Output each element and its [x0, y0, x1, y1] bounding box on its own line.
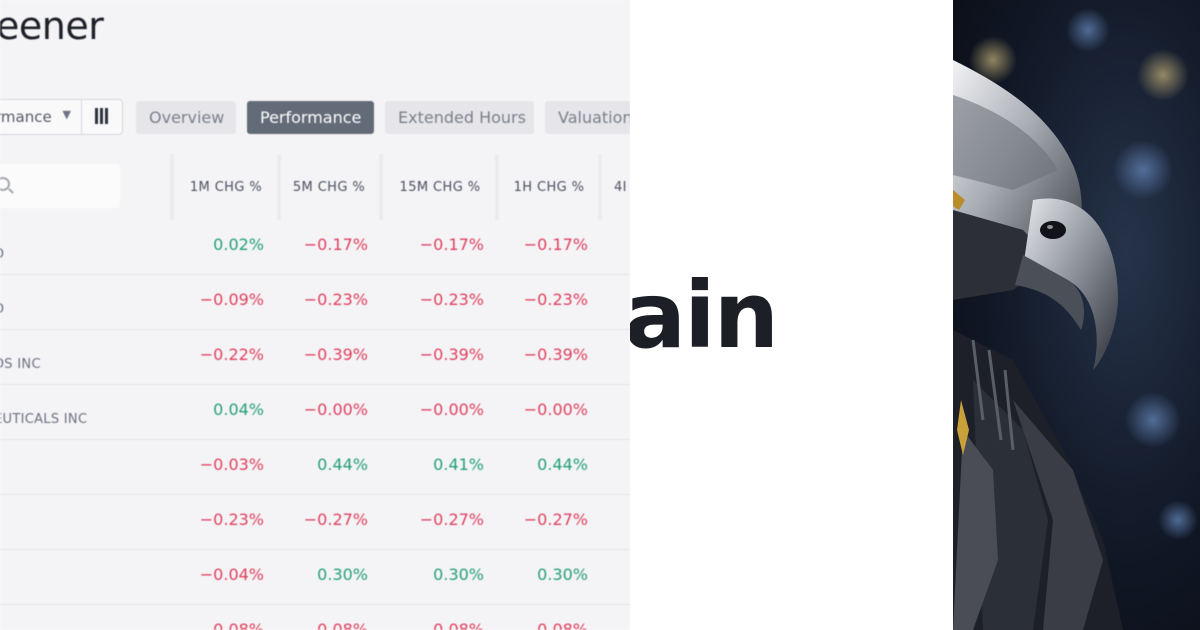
- table-cell: 0.44%: [537, 455, 588, 474]
- screener-toolbar: rmance ▼ Overview Performance Extended H…: [0, 99, 630, 135]
- table-cell: 0.08%: [537, 620, 588, 630]
- page-title: eener: [0, 4, 104, 48]
- table-cell: −0.00%: [419, 400, 484, 419]
- table-cell: 0.44%: [317, 455, 368, 474]
- table-cell: −0.09%: [199, 290, 264, 309]
- table-cell: 0.30%: [537, 565, 588, 584]
- table-cell: −0.17%: [303, 235, 368, 254]
- table-cell: −0.23%: [523, 290, 588, 309]
- layout-select-label: rmance: [0, 108, 52, 126]
- eagle-illustration: [953, 8, 1198, 630]
- table-cell: −0.23%: [199, 510, 264, 529]
- column-divider: [379, 154, 383, 220]
- table-cell: −0.00%: [523, 400, 588, 419]
- row-symbol-name: DS INC: [0, 357, 41, 372]
- column-divider: [598, 154, 602, 220]
- tab-performance[interactable]: Performance: [247, 101, 374, 134]
- middle-panel: ain: [630, 0, 953, 630]
- column-divider: [170, 154, 174, 220]
- column-divider: [495, 154, 499, 220]
- row-divider: [0, 384, 630, 385]
- columns-icon: [94, 106, 110, 126]
- row-divider: [0, 274, 630, 275]
- column-header-4h[interactable]: 4I: [614, 180, 630, 195]
- tab-label: Overview: [149, 108, 225, 127]
- row-divider: [0, 329, 630, 330]
- column-divider: [277, 154, 281, 220]
- table-cell: −0.04%: [199, 565, 264, 584]
- table-cell: −0.17%: [419, 235, 484, 254]
- table-cell: −0.17%: [523, 235, 588, 254]
- table-cell: −0.23%: [419, 290, 484, 309]
- table-cell: 0.30%: [433, 565, 484, 584]
- table-cell: 0.08%: [317, 620, 368, 630]
- table-cell: −0.00%: [303, 400, 368, 419]
- table-cell: −0.03%: [199, 455, 264, 474]
- table-cell: −0.27%: [523, 510, 588, 529]
- row-symbol-name: D: [0, 302, 4, 317]
- tab-label: Performance: [260, 108, 362, 127]
- table-cell: −0.39%: [303, 345, 368, 364]
- row-divider: [0, 604, 630, 605]
- column-header-1h[interactable]: 1H CHG %: [506, 180, 592, 195]
- table-cell: −0.27%: [303, 510, 368, 529]
- tab-label: Extended Hours: [398, 108, 526, 127]
- table-cell: −0.39%: [523, 345, 588, 364]
- tab-valuation[interactable]: Valuation: [545, 101, 630, 134]
- table-cell: −0.27%: [419, 510, 484, 529]
- search-icon: [0, 177, 10, 191]
- robot-eagle-image: [953, 0, 1200, 630]
- column-header-15m[interactable]: 15M CHG %: [392, 180, 488, 195]
- layout-select[interactable]: rmance ▼: [0, 99, 82, 135]
- row-symbol-name: EUTICALS INC: [0, 412, 88, 427]
- row-divider: [0, 494, 630, 495]
- table-cell: 0.41%: [433, 455, 484, 474]
- tab-label: Valuation: [558, 108, 630, 127]
- table-cell: 0.08%: [433, 620, 484, 630]
- table-cell: 0.04%: [213, 400, 264, 419]
- headline-word: ain: [630, 262, 779, 369]
- row-divider: [0, 439, 630, 440]
- table-cell: 0.02%: [213, 235, 264, 254]
- table-cell: −0.22%: [199, 345, 264, 364]
- search-input[interactable]: [0, 164, 120, 208]
- table-cell: −0.39%: [419, 345, 484, 364]
- chevron-down-icon: ▼: [62, 108, 71, 121]
- table-cell: 0.30%: [317, 565, 368, 584]
- row-divider: [0, 549, 630, 550]
- table-cell: −0.23%: [303, 290, 368, 309]
- table-cell: 0.08%: [213, 620, 264, 630]
- row-symbol-name: D: [0, 247, 4, 262]
- column-header-5m[interactable]: 5M CHG %: [286, 180, 372, 195]
- tab-overview[interactable]: Overview: [136, 101, 236, 134]
- columns-button[interactable]: [81, 99, 123, 135]
- column-header-1m[interactable]: 1M CHG %: [182, 180, 270, 195]
- table-header: 1M CHG % 5M CHG % 15M CHG % 1H CHG % 4I: [0, 154, 630, 220]
- tab-extended-hours[interactable]: Extended Hours: [385, 101, 534, 134]
- stock-screener-panel: eener rmance ▼ Overview Performance Exte…: [0, 0, 630, 630]
